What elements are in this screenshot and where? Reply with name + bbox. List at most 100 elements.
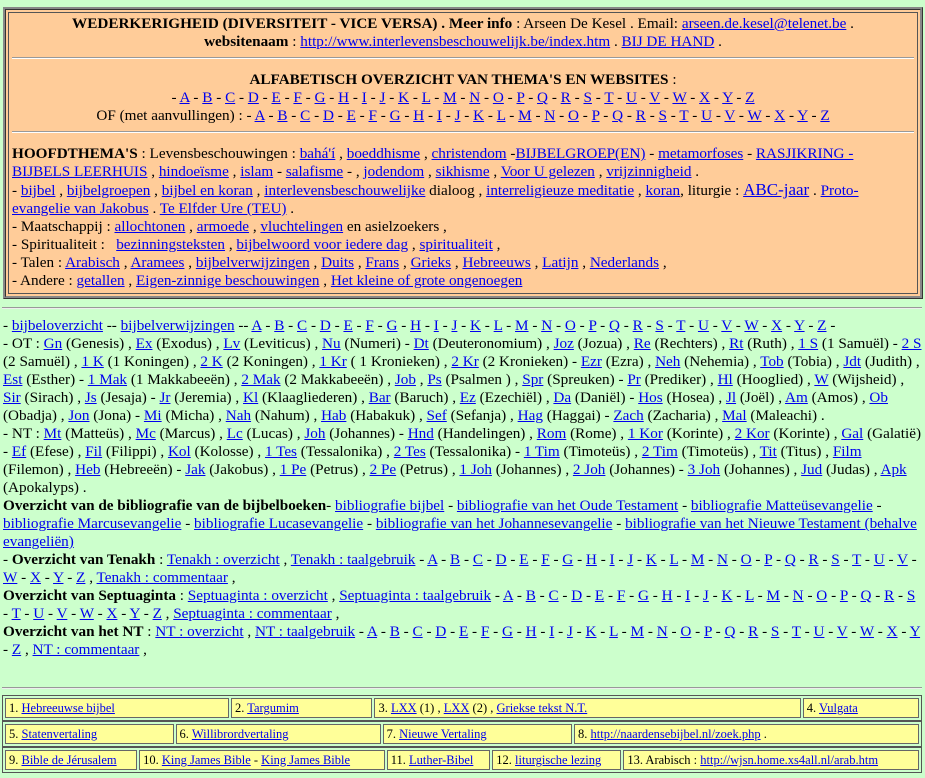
link-koran[interactable]: koran xyxy=(646,182,681,199)
alpha-link-r[interactable]: R xyxy=(633,317,643,334)
biblio-link-3[interactable]: bibliografie Marcusevangelie xyxy=(3,515,181,532)
link-sept-taal[interactable]: Septuaginta : taalgebruik xyxy=(339,587,491,604)
alpha-link-h[interactable]: H xyxy=(526,623,537,640)
link-bijbelgroep[interactable]: BIJBELGROEP(EN) xyxy=(515,145,645,162)
alpha-link-k[interactable]: K xyxy=(470,317,481,334)
book-link-pr[interactable]: Pr xyxy=(627,371,641,388)
book-link-heb[interactable]: Heb xyxy=(75,461,100,478)
link-bijbelgroepen[interactable]: bijbelgroepen xyxy=(67,182,151,199)
alpha-link-y[interactable]: Y xyxy=(722,89,732,106)
book-link-tit[interactable]: Tit xyxy=(760,443,777,460)
link-grieks[interactable]: Grieks xyxy=(411,254,452,271)
link-vluchtelingen[interactable]: vluchtelingen xyxy=(260,218,343,235)
alpha-link-z[interactable]: Z xyxy=(817,317,826,334)
alpha-link-k[interactable]: K xyxy=(398,89,409,106)
link-tenakh-overzicht[interactable]: Tenakh : overzicht xyxy=(167,551,280,568)
book-link-zach[interactable]: Zach xyxy=(613,407,643,424)
alpha-link-c[interactable]: C xyxy=(225,89,235,106)
alpha-link-n[interactable]: N xyxy=(717,551,728,568)
translation-link[interactable]: Statenvertaling xyxy=(22,727,98,741)
alpha-link-t[interactable]: T xyxy=(12,605,21,622)
alpha-link-y[interactable]: Y xyxy=(130,605,140,622)
book-link-nu[interactable]: Nu xyxy=(322,335,341,352)
book-link-dt[interactable]: Dt xyxy=(414,335,429,352)
email-link[interactable]: arseen.de.kesel@telenet.be xyxy=(682,15,847,32)
book-link-2tes[interactable]: 2 Tes xyxy=(394,443,426,460)
alpha-link-i[interactable]: I xyxy=(549,623,554,640)
alpha-link-p[interactable]: P xyxy=(840,587,848,604)
link-jodendom[interactable]: jodendom xyxy=(363,163,424,180)
link-aramees[interactable]: Aramees xyxy=(130,254,184,271)
link-nt-overzicht[interactable]: NT : overzicht xyxy=(155,623,243,640)
link-te-elfder-ure[interactable]: Te Elfder Ure (TEU) xyxy=(160,200,287,217)
alpha-link-d[interactable]: D xyxy=(248,89,259,106)
alpha-link-g[interactable]: G xyxy=(638,587,649,604)
alpha-link-e[interactable]: E xyxy=(271,89,280,106)
alpha-link-r[interactable]: R xyxy=(636,107,646,124)
alpha-link-u[interactable]: U xyxy=(698,317,709,334)
alpha-link-i[interactable]: I xyxy=(685,587,690,604)
alpha-link-v[interactable]: V xyxy=(837,623,848,640)
link-abc-jaar[interactable]: ABC-jaar xyxy=(743,180,809,199)
alpha-link-o[interactable]: O xyxy=(565,317,576,334)
alpha-link-x[interactable]: X xyxy=(774,107,785,124)
link-nt-comm[interactable]: NT : commentaar xyxy=(33,641,140,658)
alpha-link-h[interactable]: H xyxy=(662,587,673,604)
alpha-link-s[interactable]: S xyxy=(659,107,667,124)
alpha-link-m[interactable]: M xyxy=(515,317,529,334)
translation-link[interactable]: LXX xyxy=(391,701,417,715)
link-kleine-ongenoegen[interactable]: Het kleine of grote ongenoegen xyxy=(331,272,522,289)
alpha-link-t[interactable]: T xyxy=(792,623,801,640)
alpha-link-z[interactable]: Z xyxy=(153,605,162,622)
book-link-ez[interactable]: Ez xyxy=(460,389,476,406)
translation-link[interactable]: Hebreeuwse bijbel xyxy=(22,701,115,715)
book-link-1k[interactable]: 1 K xyxy=(81,353,103,370)
alpha-link-f[interactable]: F xyxy=(369,107,377,124)
alpha-link-j[interactable]: J xyxy=(380,89,386,106)
alpha-link-i[interactable]: I xyxy=(610,551,615,568)
link-vrijzinnigheid[interactable]: vrijzinnigheid xyxy=(606,163,691,180)
translation-link[interactable]: liturgische lezing xyxy=(515,753,601,767)
alpha-link-p[interactable]: P xyxy=(517,89,525,106)
biblio-link-1[interactable]: bibliografie van het Oude Testament xyxy=(457,497,678,514)
alpha-link-y[interactable]: Y xyxy=(797,107,807,124)
book-link-sir[interactable]: Sir xyxy=(3,389,21,406)
link-bijbeloverzicht[interactable]: bijbeloverzicht xyxy=(12,317,103,334)
alpha-link-b[interactable]: B xyxy=(274,317,284,334)
alpha-link-o[interactable]: O xyxy=(816,587,827,604)
link-hindoeisme[interactable]: hindoeïsme xyxy=(159,163,229,180)
book-link-hab[interactable]: Hab xyxy=(321,407,346,424)
link-meditatie[interactable]: interreligieuze meditatie xyxy=(486,182,634,199)
alpha-link-c[interactable]: C xyxy=(548,587,558,604)
alpha-link-l[interactable]: L xyxy=(497,107,506,124)
alpha-link-h[interactable]: H xyxy=(410,317,421,334)
alpha-link-k[interactable]: K xyxy=(646,551,657,568)
link-voor-u-gelezen[interactable]: Voor U gelezen xyxy=(501,163,595,180)
link-nt-taal[interactable]: NT : taalgebruik xyxy=(255,623,355,640)
book-link-lc[interactable]: Lc xyxy=(227,425,243,442)
alpha-link-x[interactable]: X xyxy=(699,89,710,106)
alpha-link-r[interactable]: R xyxy=(884,587,894,604)
book-link-jdt[interactable]: Jdt xyxy=(843,353,861,370)
link-bijbel-en-koran[interactable]: bijbel en koran xyxy=(162,182,253,199)
book-link-mi[interactable]: Mi xyxy=(144,407,162,424)
alpha-link-j[interactable]: J xyxy=(627,551,633,568)
book-link-2k[interactable]: 2 K xyxy=(200,353,222,370)
book-link-mc[interactable]: Mc xyxy=(136,425,156,442)
link-tenakh-taal[interactable]: Tenakh : taalgebruik xyxy=(291,551,416,568)
alpha-link-u[interactable]: U xyxy=(33,605,44,622)
alpha-link-p[interactable]: P xyxy=(764,551,772,568)
book-link-film[interactable]: Film xyxy=(833,443,862,460)
biblio-link-2[interactable]: bibliografie Matteüsevangelie xyxy=(691,497,873,514)
alpha-link-i[interactable]: I xyxy=(437,107,442,124)
link-hebreeuws[interactable]: Hebreeuws xyxy=(462,254,530,271)
alpha-link-r[interactable]: R xyxy=(748,623,758,640)
alpha-link-z[interactable]: Z xyxy=(76,569,85,586)
alpha-link-l[interactable]: L xyxy=(609,623,618,640)
alpha-link-o[interactable]: O xyxy=(741,551,752,568)
book-link-ezr[interactable]: Ezr xyxy=(581,353,602,370)
book-link-joz[interactable]: Joz xyxy=(554,335,574,352)
link-sept-comm[interactable]: Septuaginta : commentaar xyxy=(173,605,332,622)
link-bijbelverwijzingen-2[interactable]: bijbelverwijzingen xyxy=(121,317,235,334)
alpha-link-q[interactable]: Q xyxy=(537,89,548,106)
